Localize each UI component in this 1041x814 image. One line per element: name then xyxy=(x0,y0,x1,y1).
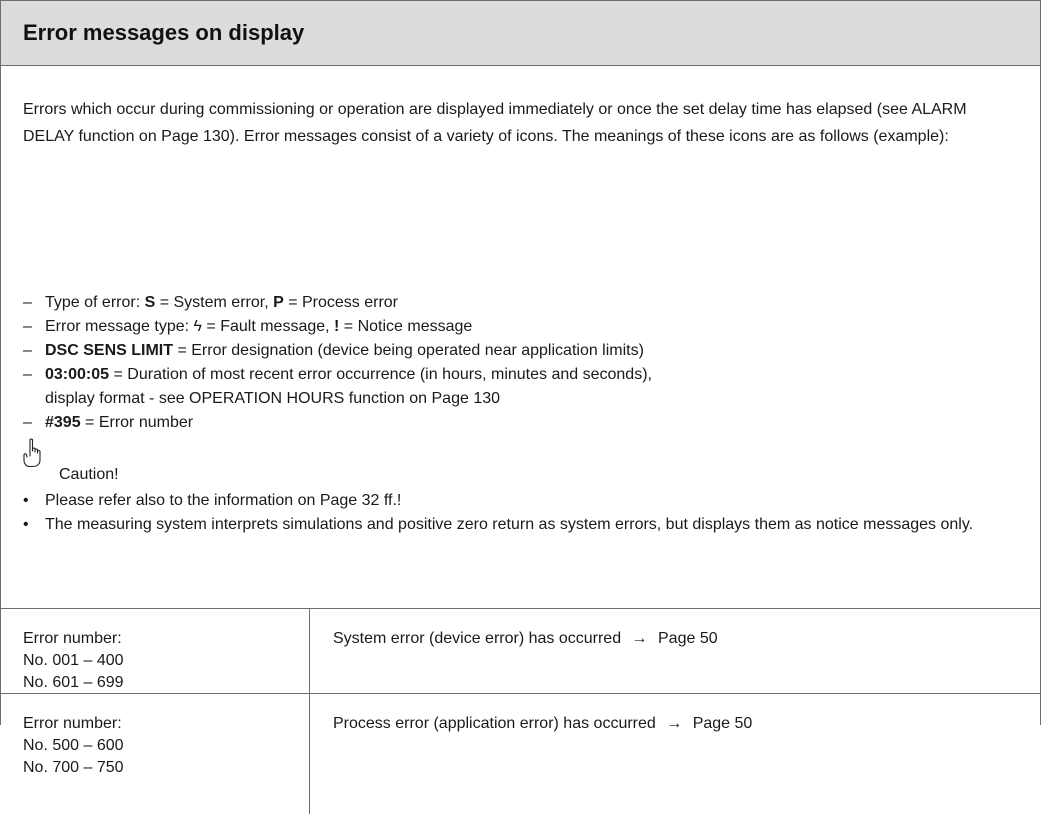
fault-lightning-icon: ϟ xyxy=(193,318,202,335)
legend-item-error-number: – #395 = Error number xyxy=(23,411,652,435)
caution-list: • Please refer also to the information on… xyxy=(23,489,1023,537)
arrow-right-icon: → xyxy=(631,630,648,647)
dash-icon: – xyxy=(23,294,32,311)
intro-paragraph: Errors which occur during commissioning … xyxy=(23,101,967,145)
duration-key: 03:00:05 xyxy=(45,366,110,383)
caution-item: • The measuring system interprets simulat… xyxy=(23,513,1023,537)
dash-icon: – xyxy=(23,414,32,431)
table-row: Error number: No. 500 – 600 No. 700 – 75… xyxy=(1,694,1040,814)
legend-item-message-type: – Error message type: ϟ = Fault message, … xyxy=(23,315,652,339)
bullet-icon: • xyxy=(23,492,29,509)
error-number-cell: Error number: No. 500 – 600 No. 700 – 75… xyxy=(1,694,310,814)
bullet-icon: • xyxy=(23,516,29,533)
dash-icon: – xyxy=(23,366,32,383)
legend-item-duration-continued: display format - see OPERATION HOURS fun… xyxy=(45,390,501,407)
designation-key: DSC SENS LIMIT xyxy=(45,342,174,359)
page-reference: Page 50 xyxy=(692,715,753,732)
dash-icon: – xyxy=(23,318,32,335)
caution-label: Caution! xyxy=(59,466,119,483)
legend-item-duration: –03:00:05 = Duration of most recent erro… xyxy=(23,363,652,387)
legend-item-error-type: – Type of error: S = System error, P = Pr… xyxy=(23,291,652,315)
error-number-cell: Error number: No. 001 – 400 No. 601 – 69… xyxy=(1,609,310,693)
error-icon-legend: – Type of error: S = System error, P = Pr… xyxy=(23,291,652,435)
section-title: Error messages on display xyxy=(23,20,305,45)
legend-item-designation: – DSC SENS LIMIT = Error designation (dev… xyxy=(23,339,652,363)
arrow-right-icon: → xyxy=(666,715,683,732)
system-error-key: S xyxy=(144,294,156,311)
section-header: Error messages on display xyxy=(1,1,1040,66)
document-frame: Error messages on display Errors which o… xyxy=(0,0,1041,814)
page-reference: Page 50 xyxy=(658,630,718,647)
table-row: Error number: No. 001 – 400 No. 601 – 69… xyxy=(1,609,1040,694)
caution-item: • Please refer also to the information on… xyxy=(23,489,1023,513)
process-error-key: P xyxy=(273,294,284,311)
error-description-cell: System error (device error) has occurred… xyxy=(333,630,718,647)
error-number-key: #395 xyxy=(45,414,81,431)
error-number-table: Error number: No. 001 – 400 No. 601 – 69… xyxy=(1,608,1040,814)
error-description-cell: Process error (application error) has oc… xyxy=(333,715,753,732)
pointing-hand-icon xyxy=(23,438,41,468)
dash-icon: – xyxy=(23,342,32,359)
